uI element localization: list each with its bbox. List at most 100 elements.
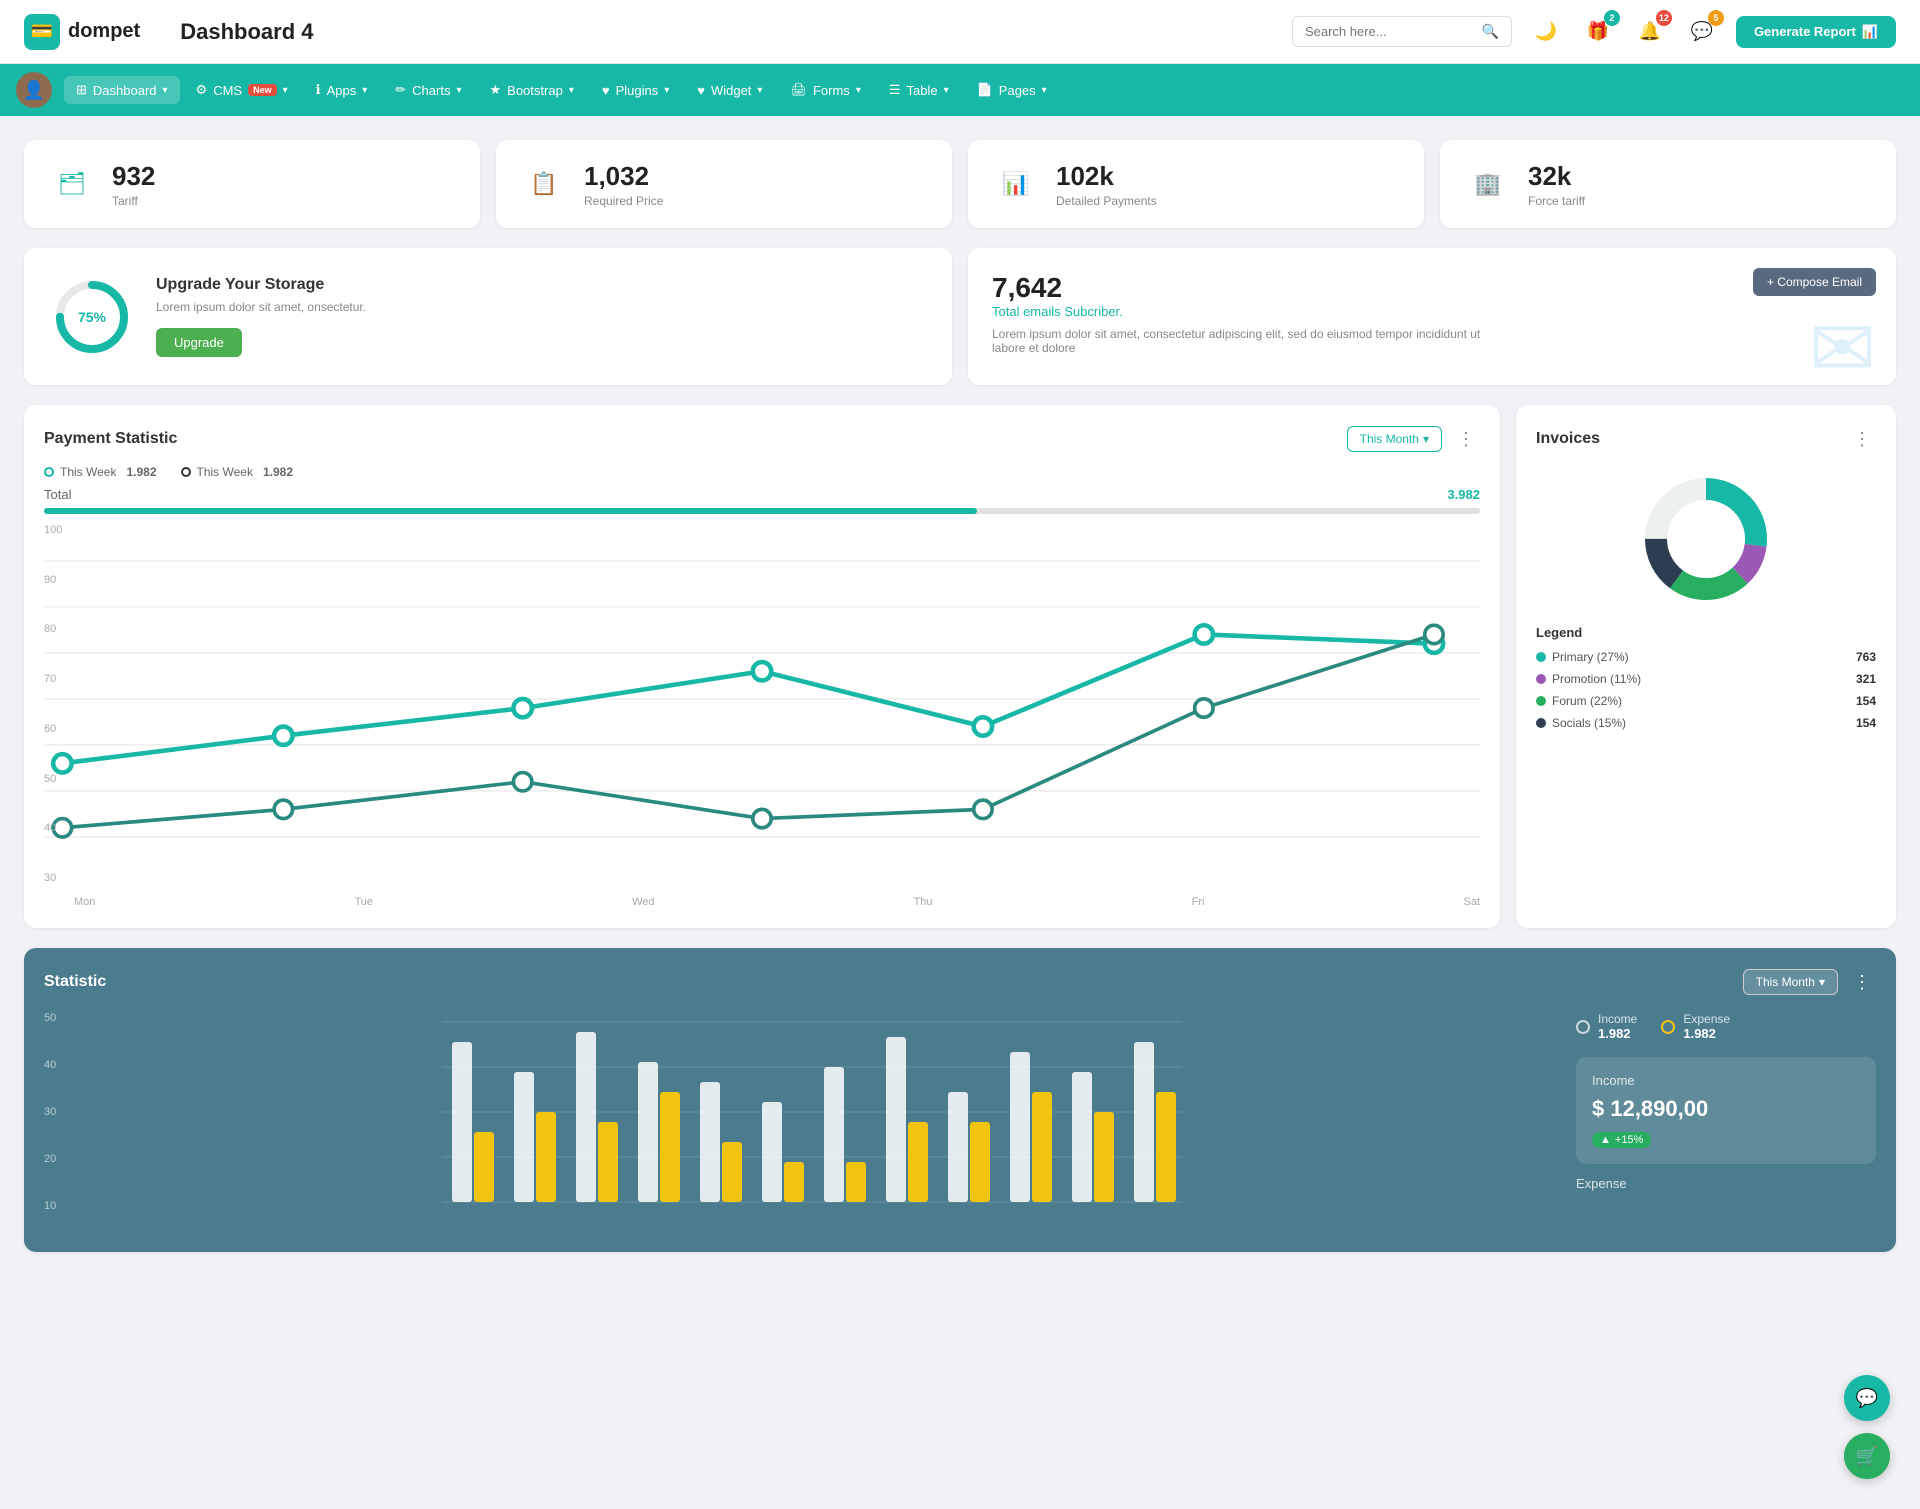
statistic-title: Statistic — [44, 973, 106, 991]
legend-dot-dark — [181, 467, 191, 477]
legend-value-2: 1.982 — [263, 465, 293, 479]
chevron-down-icon-plugins: ▾ — [664, 85, 669, 96]
sidebar-item-pages[interactable]: 📄 Pages ▾ — [965, 76, 1059, 104]
sidebar-item-table[interactable]: ☰ Table ▾ — [877, 76, 961, 104]
email-subtitle: Total emails Subcriber. — [992, 304, 1872, 319]
legend-color-promotion — [1536, 674, 1546, 684]
stat-right: Income 1.982 Expense 1.982 Income $ — [1576, 1012, 1876, 1232]
detailed-payments-icon: 📊 — [992, 160, 1040, 208]
dashboard-icon: ⊞ — [76, 82, 87, 98]
legend-val-forum: 154 — [1856, 694, 1876, 708]
total-value: 3.982 — [1447, 487, 1480, 502]
stat-card-required-price: 📋 1,032 Required Price — [496, 140, 952, 228]
compose-email-button[interactable]: + Compose Email — [1753, 268, 1876, 296]
dashboard-label: Dashboard — [93, 83, 157, 98]
tariff-number: 932 — [112, 161, 155, 192]
statistic-card: Statistic This Month ▾ ⋮ 50 40 30 20 — [24, 948, 1896, 1252]
sidebar-item-dashboard[interactable]: ⊞ Dashboard ▾ — [64, 76, 180, 104]
income-detail-box: Income $ 12,890,00 ▲ +15% — [1576, 1057, 1876, 1164]
expense-dot — [1661, 1020, 1675, 1034]
chart-icon: 📊 — [1862, 24, 1878, 40]
expense-value: 1.982 — [1683, 1026, 1730, 1041]
sidebar-item-bootstrap[interactable]: ★ Bootstrap ▾ — [478, 76, 586, 104]
sidebar-item-forms[interactable]: 🖨 Forms ▾ — [778, 76, 872, 104]
stat-card-detailed-payments: 📊 102k Detailed Payments — [968, 140, 1424, 228]
donut-chart — [1536, 469, 1876, 609]
email-bg-icon: ✉ — [1809, 302, 1876, 385]
support-fab-button[interactable]: 💬 — [1844, 1375, 1890, 1421]
chat-icon[interactable]: 💬 5 — [1684, 14, 1720, 50]
legend-item-socials: Socials (15%) 154 — [1536, 716, 1876, 730]
income-label: Income — [1598, 1012, 1637, 1026]
invoices-more-button[interactable]: ⋮ — [1848, 425, 1876, 453]
line-chart-svg — [44, 524, 1480, 892]
income-value: 1.982 — [1598, 1026, 1637, 1041]
stat-card-force-tariff: 🏢 32k Force tariff — [1440, 140, 1896, 228]
pages-icon: 📄 — [977, 82, 993, 98]
income-dot — [1576, 1020, 1590, 1034]
stat-info-detailed-payments: 102k Detailed Payments — [1056, 161, 1157, 208]
stat-info-required-price: 1,032 Required Price — [584, 161, 663, 208]
search-input[interactable] — [1305, 24, 1474, 39]
chevron-down-icon-charts: ▾ — [456, 85, 461, 96]
action-fab-button[interactable]: 🛒 — [1844, 1433, 1890, 1479]
legend-item-primary: Primary (27%) 763 — [1536, 650, 1876, 664]
payment-progress-bar — [44, 508, 1480, 514]
statistic-this-month-button[interactable]: This Month ▾ — [1743, 969, 1838, 995]
table-icon: ☰ — [889, 82, 901, 98]
chat-badge: 5 — [1708, 10, 1724, 26]
payment-header-right: This Month ▾ ⋮ — [1347, 425, 1480, 453]
income-expense-row: Income 1.982 Expense 1.982 — [1576, 1012, 1876, 1041]
income-item: Income 1.982 — [1576, 1012, 1637, 1041]
legend-color-socials — [1536, 718, 1546, 728]
tariff-label: Tariff — [112, 194, 155, 208]
y-axis: 100 90 80 70 60 50 40 30 — [44, 524, 74, 884]
statistic-header-right: This Month ▾ ⋮ — [1743, 968, 1876, 996]
chevron-down-icon-table: ▾ — [944, 85, 949, 96]
gift-icon[interactable]: 🎁 2 — [1580, 14, 1616, 50]
invoices-title: Invoices — [1536, 430, 1600, 448]
storage-progress: 75% — [52, 277, 132, 357]
x-axis: Mon Tue Wed Thu Fri Sat — [44, 896, 1480, 908]
logo: 💳 dompet — [24, 14, 140, 50]
income-badge-text: +15% — [1615, 1134, 1643, 1146]
bell-icon[interactable]: 🔔 12 — [1632, 14, 1668, 50]
detailed-payments-number: 102k — [1056, 161, 1157, 192]
storage-percent: 75% — [78, 309, 106, 325]
charts-nav-icon: ✏ — [395, 82, 406, 98]
income-info: Income 1.982 — [1598, 1012, 1637, 1041]
upgrade-button[interactable]: Upgrade — [156, 328, 242, 357]
sidebar-item-apps[interactable]: ℹ Apps ▾ — [304, 76, 380, 104]
logo-icon: 💳 — [24, 14, 60, 50]
required-price-label: Required Price — [584, 194, 663, 208]
statistic-header: Statistic This Month ▾ ⋮ — [44, 968, 1876, 996]
legend-label-2: This Week — [197, 465, 253, 479]
statistic-more-button[interactable]: ⋮ — [1848, 968, 1876, 996]
generate-report-button[interactable]: Generate Report 📊 — [1736, 16, 1896, 48]
legend-name-promotion: Promotion (11%) — [1552, 672, 1856, 686]
payment-card: Payment Statistic This Month ▾ ⋮ This We… — [24, 405, 1500, 928]
legend-this-week-2: This Week 1.982 — [181, 465, 294, 479]
sidebar-item-widget[interactable]: ♥ Widget ▾ — [685, 77, 774, 104]
gift-badge: 2 — [1604, 10, 1620, 26]
bar-chart-container: 50 40 30 20 10 — [44, 1012, 1556, 1232]
bar-chart-svg — [68, 1012, 1556, 1232]
payment-more-button[interactable]: ⋮ — [1452, 425, 1480, 453]
sidebar-item-plugins[interactable]: ♥ Plugins ▾ — [590, 77, 681, 104]
statistic-month-label: This Month — [1756, 975, 1815, 989]
sidebar-item-charts[interactable]: ✏ Charts ▾ — [383, 76, 473, 104]
sidebar-item-cms[interactable]: ⚙ CMS New ▾ — [184, 76, 300, 104]
required-price-number: 1,032 — [584, 161, 663, 192]
moon-icon[interactable]: 🌙 — [1528, 14, 1564, 50]
legend-label-1: This Week — [60, 465, 116, 479]
payment-title: Payment Statistic — [44, 430, 177, 448]
generate-report-label: Generate Report — [1754, 24, 1856, 39]
page-title: Dashboard 4 — [180, 19, 313, 45]
expense-info: Expense 1.982 — [1683, 1012, 1730, 1041]
stat-card-tariff: 🗂 932 Tariff — [24, 140, 480, 228]
this-month-button[interactable]: This Month ▾ — [1347, 426, 1442, 452]
detailed-payments-label: Detailed Payments — [1056, 194, 1157, 208]
navbar: 👤 ⊞ Dashboard ▾ ⚙ CMS New ▾ ℹ Apps ▾ ✏ C… — [0, 64, 1920, 116]
charts-label: Charts — [412, 83, 450, 98]
invoices-header: Invoices ⋮ — [1536, 425, 1876, 453]
